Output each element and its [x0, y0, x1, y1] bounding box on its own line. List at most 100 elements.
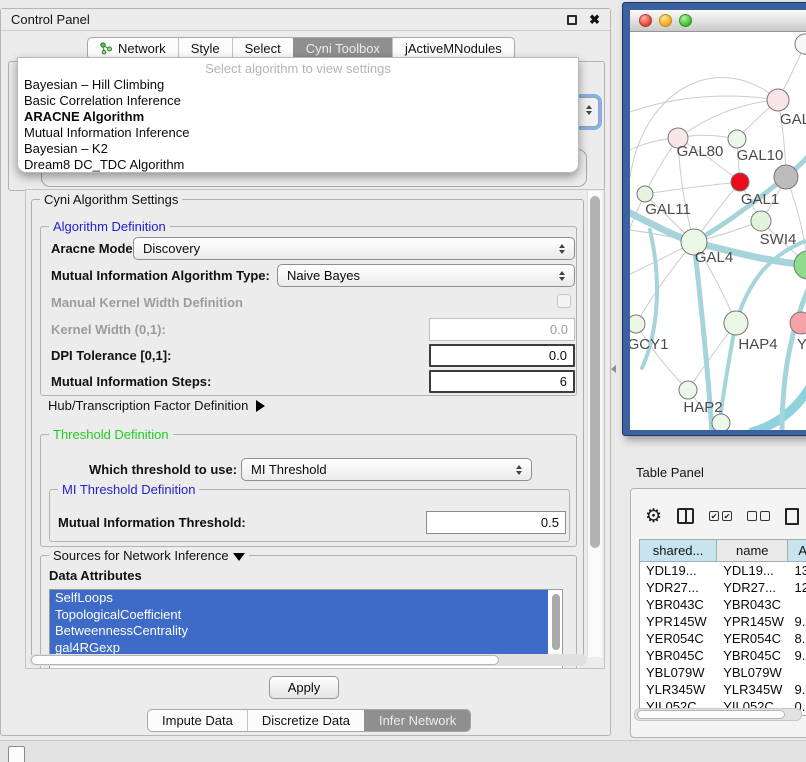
- network-node[interactable]: [637, 186, 653, 202]
- tab-discretize-data[interactable]: Discretize Data: [247, 710, 364, 731]
- network-node[interactable]: [795, 34, 806, 54]
- data-attribute-item[interactable]: SelfLoops: [50, 590, 548, 607]
- table-row[interactable]: YBR045CYBR045C9.: [640, 647, 806, 664]
- zoom-window-button[interactable]: [679, 14, 692, 27]
- network-canvas[interactable]: GALGAL80GAL10GAL1GAL11SWI4GAL4GCY1HAP4YH…: [630, 32, 806, 430]
- table-row[interactable]: YBR043CYBR043C: [640, 596, 806, 613]
- kernel-width-input[interactable]: 0.0: [429, 318, 575, 341]
- table-cell[interactable]: YBL079W: [640, 665, 717, 680]
- table-cell[interactable]: 9.: [788, 648, 806, 663]
- expand-arrow-icon[interactable]: [256, 400, 265, 412]
- tab-cyni-toolbox[interactable]: Cyni Toolbox: [293, 38, 392, 59]
- table-cell[interactable]: YPR145W: [717, 614, 788, 629]
- network-window-titlebar[interactable]: [630, 10, 806, 32]
- table-cell[interactable]: 9.: [788, 682, 806, 697]
- network-node[interactable]: [712, 414, 730, 430]
- gear-icon[interactable]: ⚙: [645, 507, 662, 526]
- close-window-button[interactable]: [639, 14, 652, 27]
- network-edge: [645, 182, 740, 194]
- table-cell[interactable]: YER054C: [717, 631, 788, 646]
- aracne-mode-select[interactable]: Discovery: [133, 237, 575, 260]
- algorithm-option[interactable]: Bayesian – K2: [18, 141, 578, 157]
- manual-kernel-width-checkbox[interactable]: [557, 294, 571, 308]
- column-header-name[interactable]: name: [717, 540, 788, 562]
- table-cell[interactable]: YBR045C: [717, 648, 788, 663]
- table-cell[interactable]: 13: [788, 563, 806, 578]
- table-row[interactable]: YER054CYER054C8.: [640, 630, 806, 647]
- scrollbar-thumb[interactable]: [31, 655, 499, 665]
- tab-style[interactable]: Style: [178, 38, 232, 59]
- table-cell[interactable]: YPR145W: [640, 614, 717, 629]
- network-node[interactable]: [679, 381, 697, 399]
- table-cell[interactable]: YLR345W: [717, 682, 788, 697]
- table-row[interactable]: YLR345WYLR345W9.: [640, 681, 806, 698]
- network-node[interactable]: [630, 315, 645, 333]
- settings-vertical-scrollbar[interactable]: [587, 191, 602, 657]
- close-panel-button[interactable]: ✖: [589, 15, 600, 25]
- panel-splitter-handle[interactable]: [611, 365, 616, 373]
- select-all-rows-icon[interactable]: [709, 511, 732, 521]
- table-cell[interactable]: YDR27...: [717, 580, 788, 595]
- network-view-window[interactable]: GALGAL80GAL10GAL1GAL11SWI4GAL4GCY1HAP4YH…: [622, 2, 806, 436]
- table-cell[interactable]: YER054C: [640, 631, 717, 646]
- network-node[interactable]: [794, 251, 806, 279]
- mi-algorithm-type-select[interactable]: Naive Bayes: [277, 264, 575, 287]
- function-builder-icon[interactable]: [785, 508, 799, 525]
- tab-jactivemnodules[interactable]: jActiveMNodules: [392, 38, 514, 59]
- settings-horizontal-scrollbar[interactable]: [29, 654, 587, 666]
- table-cell[interactable]: 9.: [788, 614, 806, 629]
- network-node[interactable]: [731, 173, 749, 191]
- deselect-all-rows-icon[interactable]: [747, 511, 770, 521]
- network-node[interactable]: [724, 311, 748, 335]
- algorithm-option[interactable]: ARACNE Algorithm: [18, 109, 578, 125]
- tab-select[interactable]: Select: [232, 38, 293, 59]
- table-cell[interactable]: YBR043C: [640, 597, 717, 612]
- tab-network[interactable]: Network: [88, 38, 178, 59]
- data-attribute-item[interactable]: TopologicalCoefficient: [50, 607, 548, 624]
- mi-threshold-input[interactable]: 0.5: [426, 511, 566, 534]
- table-row[interactable]: YDL19...YDL19...13: [640, 562, 806, 579]
- tab-impute-data[interactable]: Impute Data: [148, 710, 247, 731]
- table-cell[interactable]: YDL19...: [717, 563, 788, 578]
- dpi-tolerance-input[interactable]: 0.0: [429, 344, 575, 367]
- algorithm-option[interactable]: Mutual Information Inference: [18, 125, 578, 141]
- which-threshold-select[interactable]: MI Threshold: [241, 458, 532, 481]
- column-header-shared-name[interactable]: shared...: [640, 540, 717, 562]
- table-cell[interactable]: YDL19...: [640, 563, 717, 578]
- screen: Control Panel ✖ Network Style S: [0, 0, 806, 762]
- apply-button[interactable]: Apply: [269, 676, 339, 699]
- scrollbar-thumb[interactable]: [590, 196, 600, 548]
- table-cell[interactable]: YBR045C: [640, 648, 717, 663]
- hub-definition-section[interactable]: Hub/Transcription Factor Definition: [48, 398, 265, 413]
- sources-title[interactable]: Sources for Network Inference: [49, 548, 249, 563]
- table-cell[interactable]: 8.: [788, 631, 806, 646]
- mi-steps-input[interactable]: 6: [429, 370, 575, 393]
- table-row[interactable]: YDR27...YDR27...12: [640, 579, 806, 596]
- table-cell[interactable]: YBR043C: [717, 597, 788, 612]
- table-body: YDL19...YDL19...13YDR27...YDR27...12YBR0…: [640, 562, 806, 715]
- table-cell[interactable]: YDR27...: [640, 580, 717, 595]
- scrollbar-thumb[interactable]: [637, 710, 785, 719]
- algorithm-option[interactable]: Basic Correlation Inference: [18, 93, 578, 109]
- collapse-arrow-icon[interactable]: [233, 553, 245, 561]
- table-cell[interactable]: YBL079W: [717, 665, 788, 680]
- minimize-window-button[interactable]: [659, 14, 672, 27]
- table-row[interactable]: YBL079WYBL079W: [640, 664, 806, 681]
- tab-infer-network[interactable]: Infer Network: [364, 710, 470, 731]
- split-columns-icon[interactable]: [677, 508, 694, 524]
- table-cell[interactable]: 12: [788, 580, 806, 595]
- algorithm-option[interactable]: Dream8 DC_TDC Algorithm: [18, 157, 578, 173]
- float-panel-button[interactable]: [567, 15, 577, 25]
- column-header-third[interactable]: A: [788, 540, 806, 562]
- grip-icon[interactable]: [8, 746, 25, 762]
- table-cell[interactable]: YLR345W: [640, 682, 717, 697]
- network-node[interactable]: [774, 165, 798, 189]
- network-node[interactable]: [767, 89, 789, 111]
- data-attribute-item[interactable]: BetweennessCentrality: [50, 623, 548, 640]
- attributes-list-scrollbar[interactable]: [552, 594, 560, 650]
- network-node[interactable]: [751, 211, 771, 231]
- algorithm-option[interactable]: Bayesian – Hill Climbing: [18, 77, 578, 93]
- table-row[interactable]: YPR145WYPR145W9.: [640, 613, 806, 630]
- network-node[interactable]: [728, 130, 746, 148]
- table-horizontal-scrollbar[interactable]: [634, 708, 802, 721]
